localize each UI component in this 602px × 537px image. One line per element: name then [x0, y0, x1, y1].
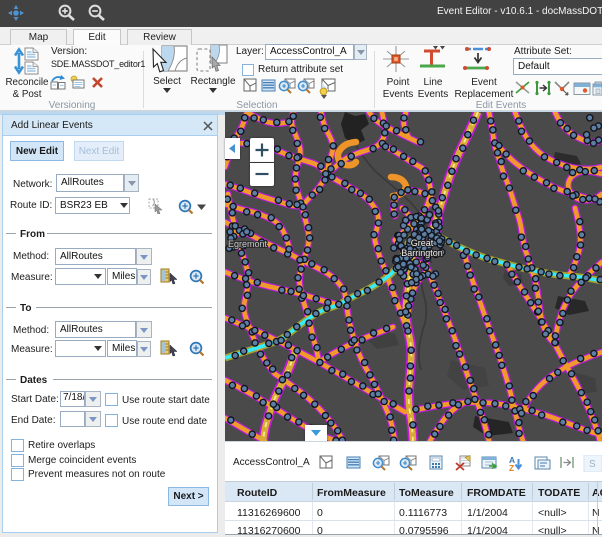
svg-text:Egremont: Egremont [228, 239, 268, 249]
svg-text:Z: Z [509, 463, 514, 472]
svg-text:Great: Great [411, 238, 434, 248]
svg-text:Barrington: Barrington [401, 248, 443, 258]
svg-text:S: S [589, 459, 596, 470]
